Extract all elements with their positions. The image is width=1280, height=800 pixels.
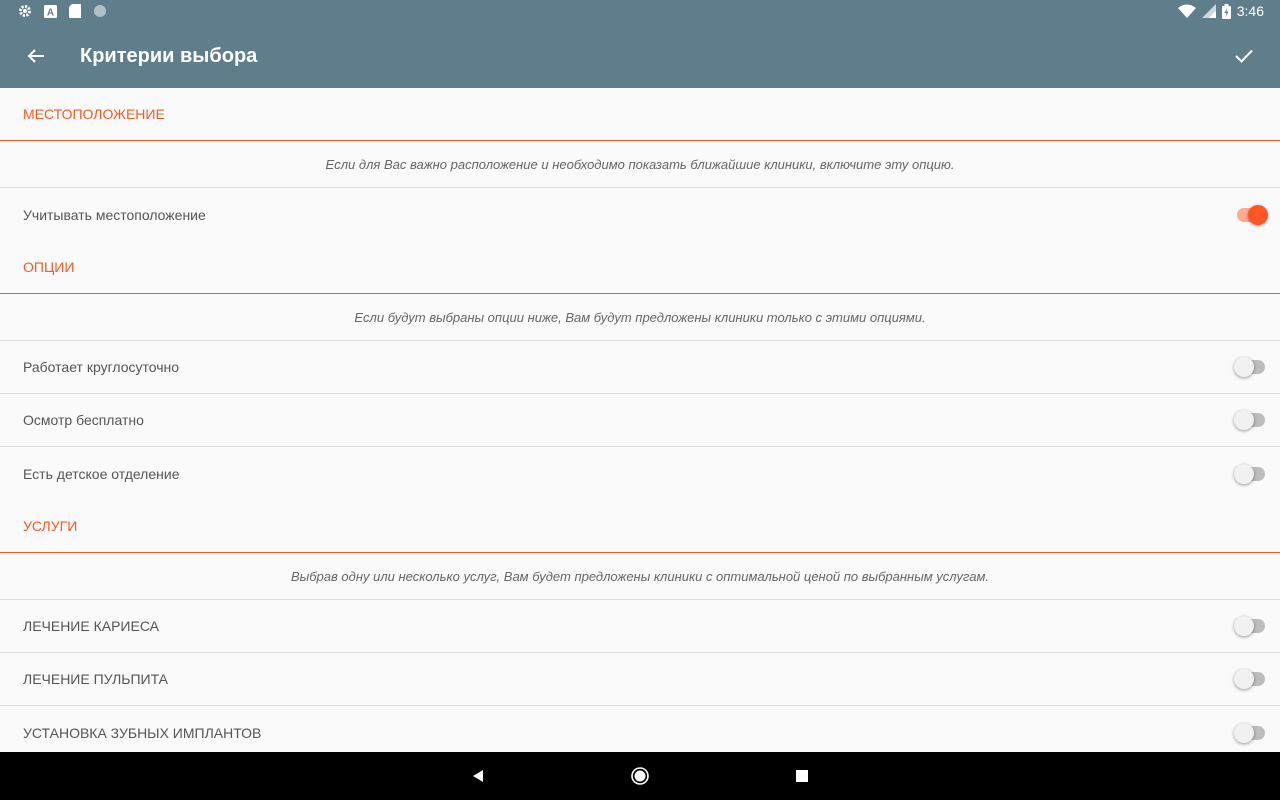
setting-label: ЛЕЧЕНИЕ КАРИЕСА — [23, 618, 159, 634]
confirm-button[interactable] — [1226, 38, 1262, 74]
sd-card-icon — [69, 4, 81, 18]
page-title: Критерии выбора — [80, 45, 258, 67]
status-bar: A 3:46 — [0, 0, 1280, 24]
setting-label: УСТАНОВКА ЗУБНЫХ ИМПЛАНТОВ — [23, 724, 262, 741]
setting-row-caries[interactable]: ЛЕЧЕНИЕ КАРИЕСА — [0, 600, 1280, 653]
setting-label: Есть детское отделение — [23, 465, 180, 482]
open-24h-toggle[interactable] — [1234, 357, 1268, 377]
app-bar: Критерии выбора — [0, 24, 1280, 88]
setting-row-pulpitis[interactable]: ЛЕЧЕНИЕ ПУЛЬПИТА — [0, 653, 1280, 706]
setting-label: ЛЕЧЕНИЕ ПУЛЬПИТА — [23, 671, 169, 687]
setting-row-kids-department[interactable]: Есть детское отделение — [0, 447, 1280, 500]
nav-home-button[interactable] — [628, 764, 652, 788]
kids-department-toggle[interactable] — [1234, 463, 1268, 484]
status-notification-icons: A — [18, 4, 107, 18]
nav-back-button[interactable] — [466, 764, 490, 788]
check-icon — [1235, 49, 1253, 63]
setting-label: Работает круглосуточно — [23, 359, 180, 375]
svg-text:A: A — [47, 7, 54, 18]
criteria-list[interactable]: МЕСТОПОЛОЖЕНИЕ Если для Вас важно распол… — [0, 88, 1280, 752]
implants-toggle[interactable] — [1234, 722, 1268, 743]
setting-row-implants[interactable]: УСТАНОВКА ЗУБНЫХ ИМПЛАНТОВ — [0, 706, 1280, 752]
gear-icon — [19, 5, 31, 17]
free-exam-toggle[interactable] — [1234, 410, 1268, 430]
setting-row-use-location[interactable]: Учитывать местоположение — [0, 188, 1280, 241]
setting-label: Осмотр бесплатно — [23, 412, 144, 428]
recents-square-icon — [796, 770, 808, 782]
section-description-services: Выбрав одну или несколько услуг, Вам буд… — [0, 553, 1280, 600]
home-circle-icon — [631, 767, 649, 785]
back-button[interactable] — [18, 38, 54, 74]
status-time: 3:46 — [1236, 3, 1264, 19]
arrow-back-icon — [27, 49, 44, 63]
section-description-location: Если для Вас важно расположение и необхо… — [0, 141, 1280, 188]
section-header-location: МЕСТОПОЛОЖЕНИЕ — [0, 88, 1280, 141]
setting-row-24h[interactable]: Работает круглосуточно — [0, 341, 1280, 394]
a-icon: A — [44, 4, 57, 18]
section-header-services: УСЛУГИ — [0, 500, 1280, 553]
nav-recents-button[interactable] — [790, 764, 814, 788]
caries-treatment-toggle[interactable] — [1234, 616, 1268, 636]
setting-row-free-exam[interactable]: Осмотр бесплатно — [0, 394, 1280, 447]
signal-icon — [1201, 4, 1216, 18]
status-system-icons: 3:46 — [1177, 3, 1264, 19]
setting-label: Учитывать местоположение — [23, 206, 206, 223]
circle-icon — [94, 5, 106, 17]
pulpitis-treatment-toggle[interactable] — [1234, 669, 1268, 689]
section-header-options: ОПЦИИ — [0, 241, 1280, 294]
section-description-options: Если будут выбраны опции ниже, Вам будут… — [0, 294, 1280, 341]
wifi-icon — [1177, 4, 1196, 18]
battery-icon — [1221, 3, 1231, 19]
navigation-bar — [0, 752, 1280, 800]
back-triangle-icon — [473, 770, 483, 782]
use-location-toggle[interactable] — [1234, 204, 1268, 225]
